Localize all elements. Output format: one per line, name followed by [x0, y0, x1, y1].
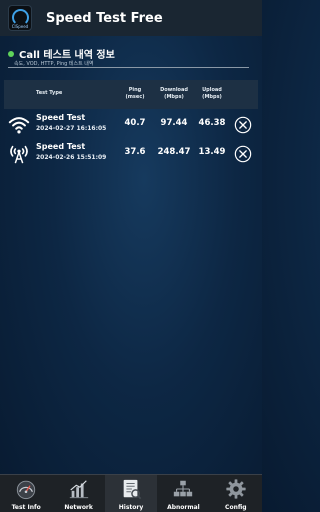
table-header: Test Type Ping (msec) Download (Mbps) Up…	[4, 80, 258, 109]
header-download: Download (Mbps)	[160, 87, 188, 100]
logo-text: ClSpeed	[11, 24, 29, 29]
nav-config[interactable]: Config	[210, 475, 262, 512]
table-row[interactable]: Speed Test 2024-02-27 16:16:05 40.7 97.4…	[4, 111, 258, 141]
nav-network[interactable]: Network	[52, 475, 104, 512]
section-subtitle: 속도, VOD, HTTP, Ping 테스트 내역	[14, 61, 94, 67]
row-test-type: Speed Test	[36, 113, 86, 122]
app-header: ClSpeed Speed Test Free	[0, 0, 262, 36]
divider	[8, 67, 249, 68]
delete-close-icon[interactable]	[234, 145, 252, 163]
row-test-type: Speed Test	[36, 142, 86, 151]
row-ping: 37.6	[124, 147, 146, 157]
section-title-text: Call 테스트 내역 정보	[19, 50, 115, 61]
gear-icon	[226, 479, 246, 499]
status-dot-icon	[8, 50, 14, 57]
nav-label: Test Info	[11, 504, 41, 511]
delete-close-icon[interactable]	[234, 116, 252, 134]
nav-abnormal[interactable]: Abnormal	[157, 475, 209, 512]
header-upload: Upload (Mbps)	[202, 87, 222, 100]
wifi-icon	[8, 117, 30, 134]
row-ping: 40.7	[124, 118, 146, 128]
nav-test-info[interactable]: Test Info	[0, 475, 52, 512]
history-list-icon	[123, 479, 142, 500]
gauge-icon	[17, 480, 36, 500]
header-ping: Ping (msec)	[125, 87, 145, 100]
section-title: Call 테스트 내역 정보	[8, 46, 115, 61]
row-download: 97.44	[160, 118, 188, 128]
nav-label: History	[118, 504, 144, 511]
app-logo: ClSpeed	[8, 5, 32, 31]
row-datetime: 2024-02-26 15:51:09	[36, 154, 107, 161]
table-row[interactable]: Speed Test 2024-02-26 15:51:09 37.6 248.…	[4, 140, 258, 170]
nav-label: Network	[64, 504, 93, 511]
nav-label: Config	[225, 504, 247, 511]
row-upload: 46.38	[198, 118, 226, 128]
bottom-nav: Test Info Network History Abnormal Confi…	[0, 474, 262, 512]
row-datetime: 2024-02-27 16:16:05	[36, 125, 107, 132]
row-upload: 13.49	[198, 147, 226, 157]
nav-history[interactable]: History	[104, 475, 158, 512]
header-test-type: Test Type	[36, 90, 63, 96]
network-tree-icon	[174, 480, 193, 497]
app-title: Speed Test Free	[46, 10, 163, 26]
bar-chart-icon	[69, 480, 88, 499]
cell-tower-icon	[10, 145, 28, 164]
row-download: 248.47	[157, 147, 191, 157]
nav-label: Abnormal	[167, 504, 200, 511]
